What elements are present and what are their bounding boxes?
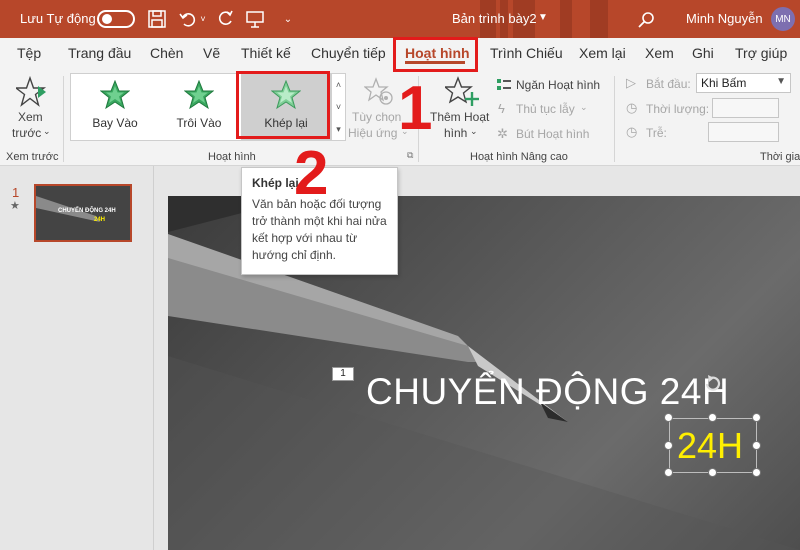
fly-in-star-icon xyxy=(100,80,130,110)
add-animation-dropdown-icon[interactable]: ⌄ xyxy=(470,126,478,137)
title-bar: Lưu Tự động ˅ ⌄ Bản trình bày2 ▼ Minh Ng… xyxy=(0,0,800,38)
avatar[interactable]: MN xyxy=(771,7,795,31)
animation-pane-icon[interactable] xyxy=(496,77,512,93)
add-animation-label-2[interactable]: hình xyxy=(444,126,467,140)
start-play-icon: ▷ xyxy=(626,75,636,90)
animation-pane-label[interactable]: Ngăn Hoạt hình xyxy=(516,78,600,92)
resize-handle[interactable] xyxy=(664,468,673,477)
duration-clock-icon: ◷ xyxy=(626,100,638,115)
duration-label: Thời lượng: xyxy=(646,102,710,116)
preview-dropdown-icon[interactable]: ⌄ xyxy=(43,126,51,137)
float-in-label: Trôi Vào xyxy=(176,116,222,130)
user-name[interactable]: Minh Nguyễn xyxy=(686,11,763,26)
start-select-value: Khi Bấm xyxy=(701,76,747,90)
slide-number: 1 xyxy=(12,185,20,200)
resize-handle[interactable] xyxy=(752,468,761,477)
step-1-marker: 1 xyxy=(398,74,433,143)
trigger-dropdown-icon[interactable]: ⌄ xyxy=(580,102,588,113)
gallery-up-icon[interactable]: ˄ xyxy=(332,74,345,96)
tab-home[interactable]: Trang đầu xyxy=(68,45,131,61)
advanced-animation-group-label: Hoạt hình Nâng cao xyxy=(470,151,568,163)
resize-handle[interactable] xyxy=(752,441,761,450)
title-decoration xyxy=(590,0,608,38)
animation-order-badge[interactable]: 1 xyxy=(332,367,354,381)
gallery-item-float-in[interactable]: Trôi Vào xyxy=(157,74,241,140)
thumbnail-pencil-image xyxy=(36,196,100,222)
undo-icon[interactable] xyxy=(177,8,199,30)
gallery-more-icon[interactable]: ▾ xyxy=(332,118,345,140)
trigger-icon[interactable]: ϟ xyxy=(498,101,505,116)
slide-animation-star-icon: ★ xyxy=(10,200,20,212)
group-divider xyxy=(63,76,64,162)
resize-handle[interactable] xyxy=(708,468,717,477)
preview-label[interactable]: Xem xyxy=(18,110,43,124)
animation-painter-icon[interactable]: ✲ xyxy=(497,126,508,142)
fly-in-label: Bay Vào xyxy=(92,116,138,130)
resize-handle[interactable] xyxy=(708,413,717,422)
start-label: Bắt đầu: xyxy=(646,77,691,91)
undo-dropdown-icon[interactable]: ˅ xyxy=(197,8,209,30)
customize-toolbar-icon[interactable]: ⌄ xyxy=(277,8,299,30)
toggle-knob xyxy=(102,14,112,24)
effect-options-label-2[interactable]: Hiệu ứng xyxy=(348,126,397,140)
rotate-handle-icon[interactable] xyxy=(703,373,723,393)
preview-group-label: Xem trước xyxy=(6,151,59,163)
save-icon[interactable] xyxy=(146,8,168,30)
highlight-box-split xyxy=(236,71,330,139)
group-divider xyxy=(614,76,615,162)
tab-review[interactable]: Xem lại xyxy=(579,45,626,61)
duration-input[interactable] xyxy=(712,98,779,118)
title-decoration xyxy=(560,0,572,38)
slide-thumbnail[interactable]: CHUYỂN ĐỘNG 24H 24H xyxy=(34,184,132,242)
gallery-item-fly-in[interactable]: Bay Vào xyxy=(73,74,157,140)
resize-handle[interactable] xyxy=(664,413,673,422)
document-title[interactable]: Bản trình bày2 xyxy=(452,11,537,26)
delay-clock-icon: ◷ xyxy=(626,124,638,139)
start-select-dropdown-icon: ▼ xyxy=(776,76,786,87)
step-2-marker: 2 xyxy=(294,139,329,208)
search-icon[interactable] xyxy=(636,9,658,31)
add-animation-icon[interactable] xyxy=(443,76,479,108)
effect-options-label[interactable]: Tùy chọn xyxy=(352,110,401,124)
tab-insert[interactable]: Chèn xyxy=(150,45,183,61)
animation-group-label: Hoạt hình xyxy=(208,151,256,163)
delay-label: Trễ: xyxy=(646,126,667,140)
thumbnail-subtitle: 24H xyxy=(94,217,106,223)
autosave-label: Lưu Tự động xyxy=(20,11,96,26)
highlight-box-animations-tab xyxy=(393,37,478,72)
resize-handle[interactable] xyxy=(752,413,761,422)
trigger-label[interactable]: Thủ tục lẫy xyxy=(516,102,575,116)
tab-file[interactable]: Tệp xyxy=(17,45,41,61)
autosave-toggle[interactable] xyxy=(97,10,135,28)
timing-group-label: Thời gia xyxy=(760,151,800,163)
gallery-down-icon[interactable]: ˅ xyxy=(332,96,345,118)
tab-help[interactable]: Trợ giúp xyxy=(735,45,787,61)
tab-transitions[interactable]: Chuyển tiếp xyxy=(311,45,386,61)
float-in-star-icon xyxy=(184,80,214,110)
tab-record[interactable]: Ghi xyxy=(692,45,714,61)
tab-draw[interactable]: Vẽ xyxy=(203,45,220,61)
present-icon[interactable] xyxy=(244,8,266,30)
add-animation-label[interactable]: Thêm Hoạt xyxy=(430,110,489,124)
preview-label-2[interactable]: trước xyxy=(12,126,41,140)
effect-options-icon[interactable] xyxy=(363,77,394,107)
gallery-scroll[interactable]: ˄ ˅ ▾ xyxy=(332,73,346,141)
animated-textbox[interactable]: 24H xyxy=(677,425,743,467)
tab-view[interactable]: Xem xyxy=(645,45,674,61)
title-dropdown-icon[interactable]: ▼ xyxy=(538,12,548,23)
animation-dialog-launcher-icon[interactable]: ⧉ xyxy=(407,150,413,161)
slide-title[interactable]: CHUYỂN ĐỘNG 24H xyxy=(366,371,729,413)
delay-input[interactable] xyxy=(708,122,779,142)
redo-icon[interactable] xyxy=(214,8,236,30)
start-select[interactable]: Khi Bấm ▼ xyxy=(696,73,791,93)
tab-design[interactable]: Thiết kế xyxy=(241,45,291,61)
tab-slideshow[interactable]: Trình Chiếu xyxy=(490,45,563,61)
resize-handle[interactable] xyxy=(664,441,673,450)
thumbnail-title: CHUYỂN ĐỘNG 24H xyxy=(58,208,116,214)
preview-star-icon[interactable] xyxy=(13,75,48,110)
animation-painter-label[interactable]: Bút Hoạt hình xyxy=(516,127,589,141)
